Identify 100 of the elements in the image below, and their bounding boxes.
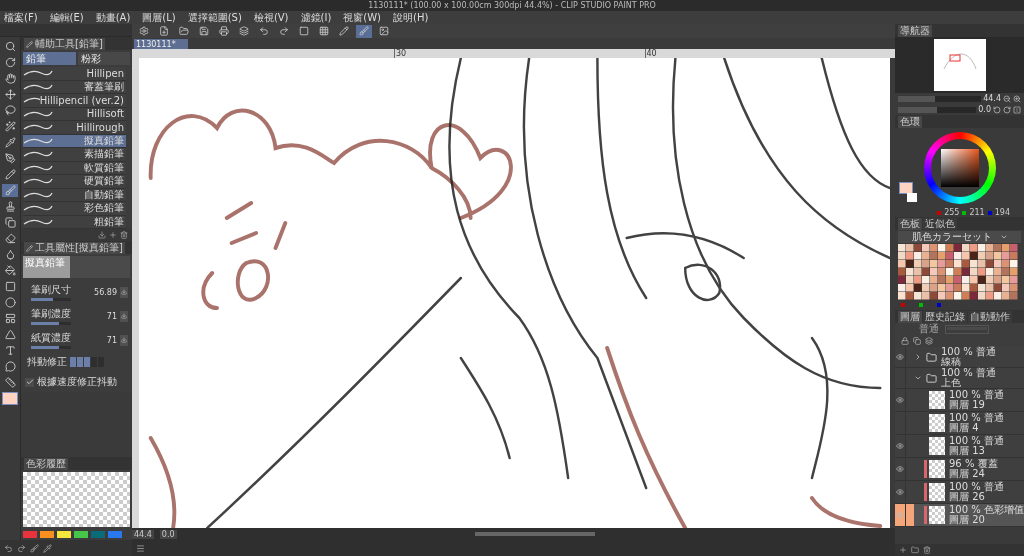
tool-button[interactable] (2, 88, 18, 101)
tool-button[interactable] (2, 216, 18, 229)
menu-item[interactable]: 濾鏡(I) (300, 11, 332, 24)
menu-item[interactable]: 檢視(V) (253, 11, 289, 24)
layer-row[interactable]: 100 % 普通 圖層 19 (895, 389, 1024, 412)
tool-button[interactable] (2, 328, 18, 341)
slider-track[interactable] (31, 298, 71, 301)
slider-track[interactable] (31, 346, 71, 349)
panel-tab[interactable]: 色環 (898, 116, 922, 128)
tool-button[interactable] (2, 232, 18, 245)
panel-tab[interactable]: 輔助工具[鉛筆] (24, 38, 105, 50)
layer-row[interactable]: 100 % 普通 圖層 13 (895, 435, 1024, 458)
menu-button[interactable] (120, 334, 128, 346)
layers-icon[interactable] (236, 24, 252, 38)
folder-icon[interactable] (911, 546, 919, 554)
panel-tab[interactable]: 近似色 (923, 218, 957, 230)
layer-row[interactable]: 100 % 普通 圖層 4 (895, 412, 1024, 435)
printer-icon[interactable] (216, 24, 232, 38)
brush-item[interactable]: 彩色鉛筆 (23, 202, 126, 216)
menu-item[interactable]: 視窗(W) (343, 11, 381, 24)
layer-row[interactable]: 100 % 普通 線稿 (895, 347, 1024, 368)
layer-row[interactable]: 96 % 覆蓋 圖層 24 (895, 458, 1024, 481)
tool-group-tab[interactable]: 鉛筆 (23, 52, 76, 65)
brush-icon[interactable] (356, 24, 372, 38)
color-swatch[interactable] (40, 531, 54, 538)
caret-icon[interactable] (914, 374, 922, 382)
brush-icon[interactable] (30, 543, 39, 553)
panel-tab[interactable]: 歷史記錄 (923, 311, 967, 323)
main-color-chip[interactable] (899, 182, 913, 194)
brush-item[interactable]: 硬質鉛筆 (23, 175, 126, 189)
menu-button[interactable] (120, 286, 128, 298)
layers-icon[interactable] (925, 337, 933, 345)
lock-icon[interactable] (901, 337, 909, 345)
delete-icon[interactable] (120, 231, 128, 239)
folder-icon[interactable] (176, 24, 192, 38)
panel-tab[interactable]: 色彩履歷 (24, 458, 68, 470)
blend-mode-dropdown[interactable]: 普通 (919, 322, 939, 336)
pencil-icon[interactable] (336, 24, 352, 38)
stabilizer-meter[interactable] (70, 357, 104, 367)
slider-track[interactable] (31, 322, 71, 325)
eye-icon[interactable] (896, 353, 904, 361)
menu-item[interactable]: 圖層(L) (142, 11, 176, 24)
panel-tab[interactable]: 工具屬性[擬真鉛筆] (24, 242, 125, 254)
panel-tab[interactable]: 導航器 (898, 25, 932, 37)
caret-icon[interactable] (914, 353, 922, 361)
rotate-slider[interactable] (898, 106, 977, 113)
color-swatch[interactable] (108, 531, 122, 538)
color-set-dropdown[interactable]: 肌色カラーセット (898, 231, 1021, 243)
panel-tab[interactable]: 圖層 (898, 311, 922, 323)
palette-grid[interactable] (898, 244, 1018, 300)
redo-icon[interactable] (17, 543, 26, 553)
eye-icon[interactable] (896, 442, 904, 450)
tool-button[interactable] (2, 104, 18, 117)
scroll-bar[interactable] (475, 532, 595, 536)
copy-icon[interactable] (913, 337, 921, 345)
menu-item[interactable]: 說明(H) (393, 11, 429, 24)
tool-button[interactable] (2, 168, 18, 181)
panel-tab[interactable]: 自動動作 (968, 311, 1012, 323)
brush-item[interactable]: Hillirough (23, 121, 126, 135)
add-icon[interactable] (109, 231, 117, 239)
color-swatch[interactable] (57, 531, 71, 538)
tool-button[interactable] (2, 136, 18, 149)
rotate-right-icon[interactable] (1003, 105, 1011, 114)
download-icon[interactable] (98, 231, 106, 239)
rotate-left-icon[interactable] (993, 105, 1001, 114)
layer-row[interactable]: 100 % 普通 上色 (895, 368, 1024, 389)
main-color-chip[interactable] (2, 392, 18, 405)
tool-button[interactable] (2, 296, 18, 309)
brush-item[interactable]: Hillipencil (ver.2) (23, 94, 126, 108)
tool-group-tab[interactable]: 粉彩 (77, 52, 130, 65)
menu-icon[interactable] (136, 543, 145, 553)
layer-row[interactable]: 100 % 色彩增值 圖層 20 (895, 504, 1024, 527)
brush-item[interactable]: 素描鉛筆 (23, 148, 126, 162)
eyedropper-icon[interactable] (43, 543, 52, 553)
add-icon[interactable] (899, 546, 907, 554)
eye-icon[interactable] (896, 465, 904, 473)
color-swatch[interactable] (74, 531, 88, 538)
sub-color-chip[interactable] (907, 193, 917, 202)
color-swatch[interactable] (23, 531, 37, 538)
document-tab[interactable]: 1130111* (134, 39, 188, 49)
tool-button[interactable] (2, 120, 18, 133)
tool-button[interactable] (2, 376, 18, 389)
zoom-out-icon[interactable] (1003, 94, 1011, 103)
color-swatch[interactable] (91, 531, 105, 538)
menu-item[interactable]: 檔案(F) (4, 11, 38, 24)
zoom-slider[interactable] (898, 95, 982, 102)
tool-button[interactable] (2, 360, 18, 373)
tool-button[interactable] (2, 152, 18, 165)
tool-button[interactable] (2, 264, 18, 277)
menu-item[interactable]: 編輯(E) (49, 11, 84, 24)
color-square[interactable] (940, 149, 979, 187)
panel-tab[interactable]: 色板 (898, 218, 922, 230)
zoom-in-icon[interactable] (1013, 94, 1021, 103)
menu-item[interactable]: 選擇範圍(S) (187, 11, 242, 24)
layer-row[interactable]: 100 % 普通 圖層 26 (895, 481, 1024, 504)
flip-icon[interactable] (1013, 105, 1021, 114)
delete-icon[interactable] (923, 546, 931, 554)
tool-button[interactable] (2, 72, 18, 85)
checkbox[interactable] (25, 377, 34, 387)
menu-item[interactable]: 動畫(A) (95, 11, 131, 24)
